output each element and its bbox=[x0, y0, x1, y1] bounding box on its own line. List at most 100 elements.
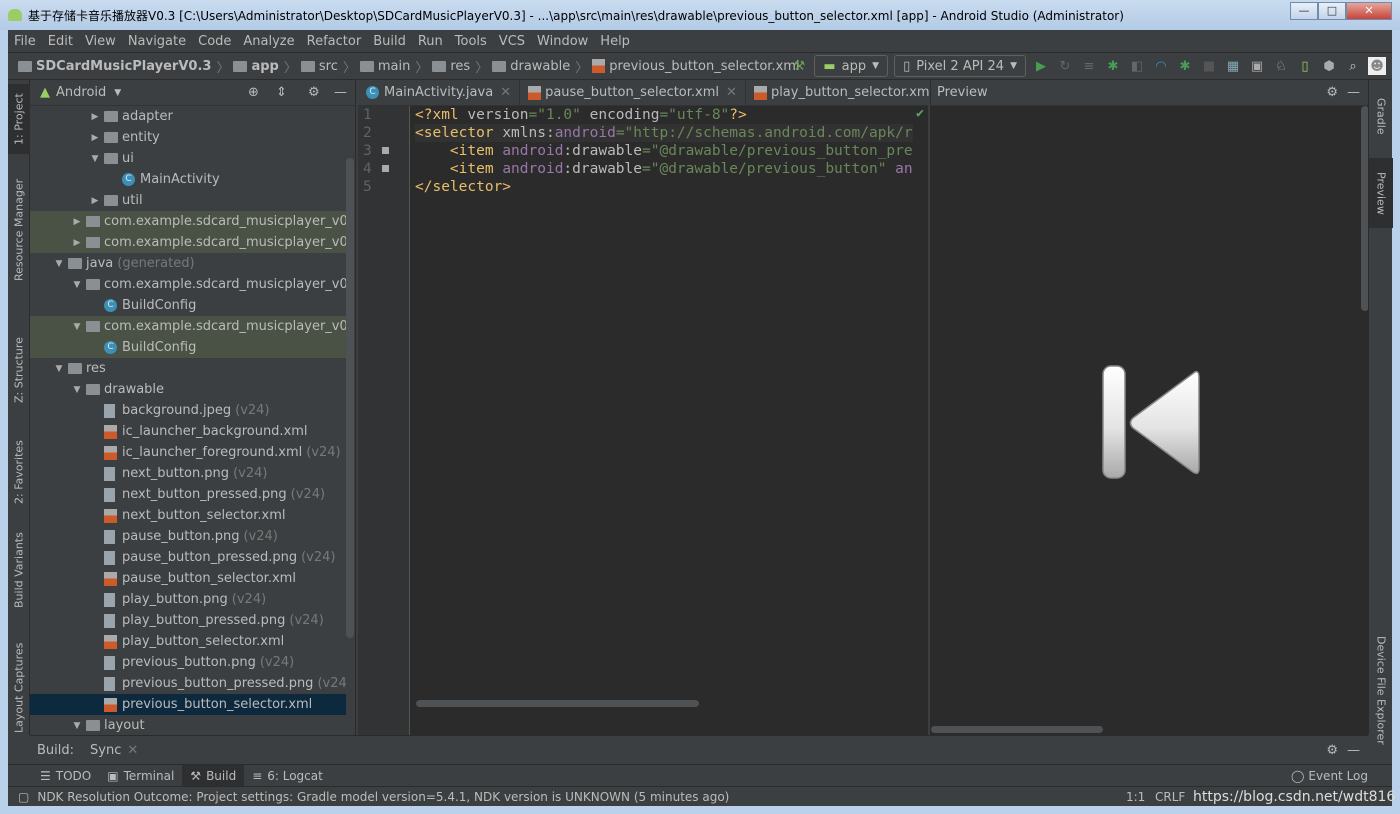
tree-item[interactable]: ▶com.example.sdcard_musicplayer_v03(test… bbox=[30, 232, 346, 253]
tool-tab-resource-manager[interactable]: Resource Manager bbox=[8, 175, 30, 285]
locate-icon[interactable]: ⊕ bbox=[248, 85, 259, 100]
gear-icon[interactable]: ⚙ bbox=[1326, 743, 1338, 758]
status-toggle-icon[interactable]: ▢ bbox=[18, 790, 29, 804]
tree-item[interactable]: next_button.png (v24) bbox=[30, 463, 346, 484]
preview-horizontal-scrollbar[interactable] bbox=[931, 726, 1103, 733]
breadcrumb-item[interactable]: SDCardMusicPlayerV0.3 〉 bbox=[18, 57, 229, 76]
minimize-button[interactable]: — bbox=[1290, 2, 1318, 20]
code-line[interactable]: <?xml version="1.0" encoding="utf-8"?> bbox=[415, 106, 913, 124]
menu-vcs[interactable]: VCS bbox=[493, 34, 531, 49]
attach-icon[interactable]: ◧ bbox=[1128, 57, 1146, 75]
device-dropdown[interactable]: ▯ Pixel 2 API 24 ▼ bbox=[894, 55, 1026, 77]
tree-item[interactable]: ▼ ui bbox=[30, 148, 346, 169]
tree-item[interactable]: ▼ java (generated) bbox=[30, 253, 346, 274]
tool-tab-gradle[interactable]: Gradle bbox=[1369, 86, 1393, 146]
tool-window-todo[interactable]: ☰ TODO bbox=[32, 765, 99, 787]
tree-item[interactable]: previous_button.png (v24) bbox=[30, 652, 346, 673]
tree-item[interactable]: ▼ com.example.sdcard_musicplayer_v03.test bbox=[30, 316, 346, 337]
tree-item[interactable]: ▶ adapter bbox=[30, 106, 346, 127]
breadcrumb-item[interactable]: src 〉 bbox=[300, 57, 356, 76]
breadcrumb-item[interactable]: previous_button_selector.xml bbox=[592, 59, 800, 74]
collapsed-arrow-icon[interactable]: ▶ bbox=[86, 133, 104, 143]
tool-tab-z-structure[interactable]: Z: Structure bbox=[8, 330, 30, 410]
tool-window-build[interactable]: ⚒ Build bbox=[182, 764, 245, 787]
run-config-dropdown[interactable]: ▬ app ▼ bbox=[814, 55, 889, 77]
expanded-arrow-icon[interactable]: ▼ bbox=[50, 259, 68, 269]
tool-tab-build-variants[interactable]: Build Variants bbox=[8, 525, 30, 615]
close-button[interactable]: ✕ bbox=[1346, 2, 1392, 20]
close-tab-icon[interactable]: ✕ bbox=[726, 85, 737, 100]
tool-window-terminal[interactable]: ▣ Terminal bbox=[99, 765, 182, 787]
tool-tab-device-file-explorer[interactable]: Device File Explorer bbox=[1369, 630, 1393, 750]
tool-tab-layout-captures[interactable]: Layout Captures bbox=[8, 640, 30, 735]
gear-icon[interactable]: ⚙ bbox=[308, 85, 320, 100]
device-explorer-icon[interactable]: ⬢ bbox=[1320, 57, 1338, 75]
tree-item[interactable]: C BuildConfig bbox=[30, 295, 346, 316]
tree-item[interactable]: C BuildConfig bbox=[30, 337, 346, 358]
event-log-button[interactable]: ◯ Event Log bbox=[1291, 769, 1368, 783]
collapsed-arrow-icon[interactable]: ▶ bbox=[68, 217, 86, 227]
code-line[interactable]: </selector> bbox=[415, 178, 913, 196]
editor-tab[interactable]: pause_button_selector.xml ✕ bbox=[520, 80, 746, 105]
tree-item[interactable]: next_button_selector.xml bbox=[30, 505, 346, 526]
gradle-sync-icon[interactable]: ♘ bbox=[1272, 57, 1290, 75]
tree-item[interactable]: ▼ drawable bbox=[30, 379, 346, 400]
menu-navigate[interactable]: Navigate bbox=[122, 34, 192, 49]
collapsed-arrow-icon[interactable]: ▶ bbox=[68, 238, 86, 248]
hide-icon[interactable]: — bbox=[1347, 743, 1360, 758]
code-line[interactable]: <item android:drawable="@drawable/previo… bbox=[415, 142, 913, 160]
menu-file[interactable]: File bbox=[8, 34, 42, 49]
gear-icon[interactable]: ⚙ bbox=[1326, 85, 1338, 100]
sdk-manager-icon[interactable]: ▣ bbox=[1248, 57, 1266, 75]
tab-sync[interactable]: Sync bbox=[90, 743, 121, 758]
expanded-arrow-icon[interactable]: ▼ bbox=[68, 385, 86, 395]
user-icon[interactable]: ☻ bbox=[1368, 57, 1386, 75]
expanded-arrow-icon[interactable]: ▼ bbox=[86, 154, 104, 164]
menu-refactor[interactable]: Refactor bbox=[301, 34, 368, 49]
apply-changes-icon[interactable]: ↻ bbox=[1056, 57, 1074, 75]
tree-item[interactable]: ic_launcher_background.xml bbox=[30, 421, 346, 442]
tool-tab-preview[interactable]: Preview bbox=[1369, 158, 1393, 228]
code-line[interactable]: <selector xmlns:android="http://schemas.… bbox=[415, 124, 913, 142]
tree-item[interactable]: play_button_pressed.png (v24) bbox=[30, 610, 346, 631]
stop-icon[interactable]: ■ bbox=[1200, 57, 1218, 75]
tree-item[interactable]: ▶ entity bbox=[30, 127, 346, 148]
expanded-arrow-icon[interactable]: ▼ bbox=[68, 322, 86, 332]
tree-item[interactable]: ic_launcher_foreground.xml (v24) bbox=[30, 442, 346, 463]
attach-debugger-icon[interactable]: ✱ bbox=[1176, 57, 1194, 75]
editor-tab[interactable]: C MainActivity.java ✕ bbox=[358, 80, 521, 105]
menu-tools[interactable]: Tools bbox=[449, 34, 493, 49]
code-line[interactable]: <item android:drawable="@drawable/previo… bbox=[415, 160, 913, 178]
tree-item[interactable]: background.jpeg (v24) bbox=[30, 400, 346, 421]
maximize-button[interactable]: □ bbox=[1318, 2, 1346, 20]
collapsed-arrow-icon[interactable]: ▶ bbox=[86, 112, 104, 122]
tree-item[interactable]: ▶com.example.sdcard_musicplayer_v03(andr… bbox=[30, 211, 346, 232]
search-icon[interactable]: ⌕ bbox=[1344, 57, 1362, 75]
code-content[interactable]: <?xml version="1.0" encoding="utf-8"?> <s… bbox=[415, 106, 913, 196]
hammer-icon[interactable]: ⚒ bbox=[790, 57, 808, 75]
breadcrumb-item[interactable]: drawable 〉 bbox=[492, 57, 588, 76]
tree-item[interactable]: next_button_pressed.png (v24) bbox=[30, 484, 346, 505]
collapsed-arrow-icon[interactable]: ▶ bbox=[86, 196, 104, 206]
tree-item[interactable]: ▶ util bbox=[30, 190, 346, 211]
tool-tab-1-project[interactable]: 1: Project bbox=[8, 84, 30, 154]
tree-item[interactable]: ▼ res bbox=[30, 358, 346, 379]
menu-code[interactable]: Code bbox=[192, 34, 237, 49]
editor-tab[interactable]: play_button_selector.xml✕ bbox=[746, 80, 961, 105]
tree-item[interactable]: ▼ com.example.sdcard_musicplayer_v03 bbox=[30, 274, 346, 295]
run-icon[interactable]: ▶ bbox=[1032, 57, 1050, 75]
tool-tab-2-favorites[interactable]: 2: Favorites bbox=[8, 430, 30, 515]
project-view-dropdown[interactable]: Android bbox=[56, 85, 106, 100]
tree-item[interactable]: pause_button_pressed.png (v24) bbox=[30, 547, 346, 568]
caret-position[interactable]: 1:1 bbox=[1126, 790, 1145, 804]
tool-window-6-logcat[interactable]: ≡ 6: Logcat bbox=[244, 765, 331, 787]
apply-code-icon[interactable]: ≡ bbox=[1080, 57, 1098, 75]
profile-icon[interactable]: ◠ bbox=[1152, 57, 1170, 75]
project-structure-icon[interactable]: ▦ bbox=[1224, 57, 1242, 75]
line-separator[interactable]: CRLF bbox=[1155, 790, 1185, 804]
hide-icon[interactable]: — bbox=[1347, 85, 1360, 100]
menu-window[interactable]: Window bbox=[531, 34, 594, 49]
avd-manager-icon[interactable]: ▯ bbox=[1296, 57, 1314, 75]
expanded-arrow-icon[interactable]: ▼ bbox=[68, 280, 86, 290]
tree-item[interactable]: previous_button_selector.xml bbox=[30, 694, 346, 715]
